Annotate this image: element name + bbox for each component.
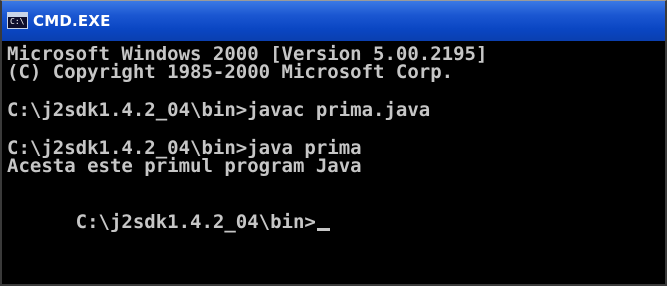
console-line-2: (C) Copyright 1985-2000 Microsoft Corp. (7, 61, 454, 83)
page-margin (667, 0, 671, 286)
console-prompt-line[interactable]: C:\j2sdk1.4.2_04\bin> (7, 195, 330, 232)
console-line-5: Acesta este primul program Java (7, 155, 362, 177)
console-window: C:\ CMD.EXE Microsoft Windows 2000 [Vers… (0, 0, 667, 286)
console-output[interactable]: Microsoft Windows 2000 [Version 5.00.219… (7, 45, 661, 284)
window-title: CMD.EXE (33, 12, 111, 30)
console-app-icon-label: C:\ (10, 17, 25, 26)
text-cursor (316, 228, 330, 231)
console-line-3: C:\j2sdk1.4.2_04\bin>javac prima.java (7, 99, 431, 121)
title-bar[interactable]: C:\ CMD.EXE (2, 1, 665, 41)
console-prompt-text: C:\j2sdk1.4.2_04\bin> (75, 211, 316, 233)
console-app-icon[interactable]: C:\ (7, 12, 28, 29)
